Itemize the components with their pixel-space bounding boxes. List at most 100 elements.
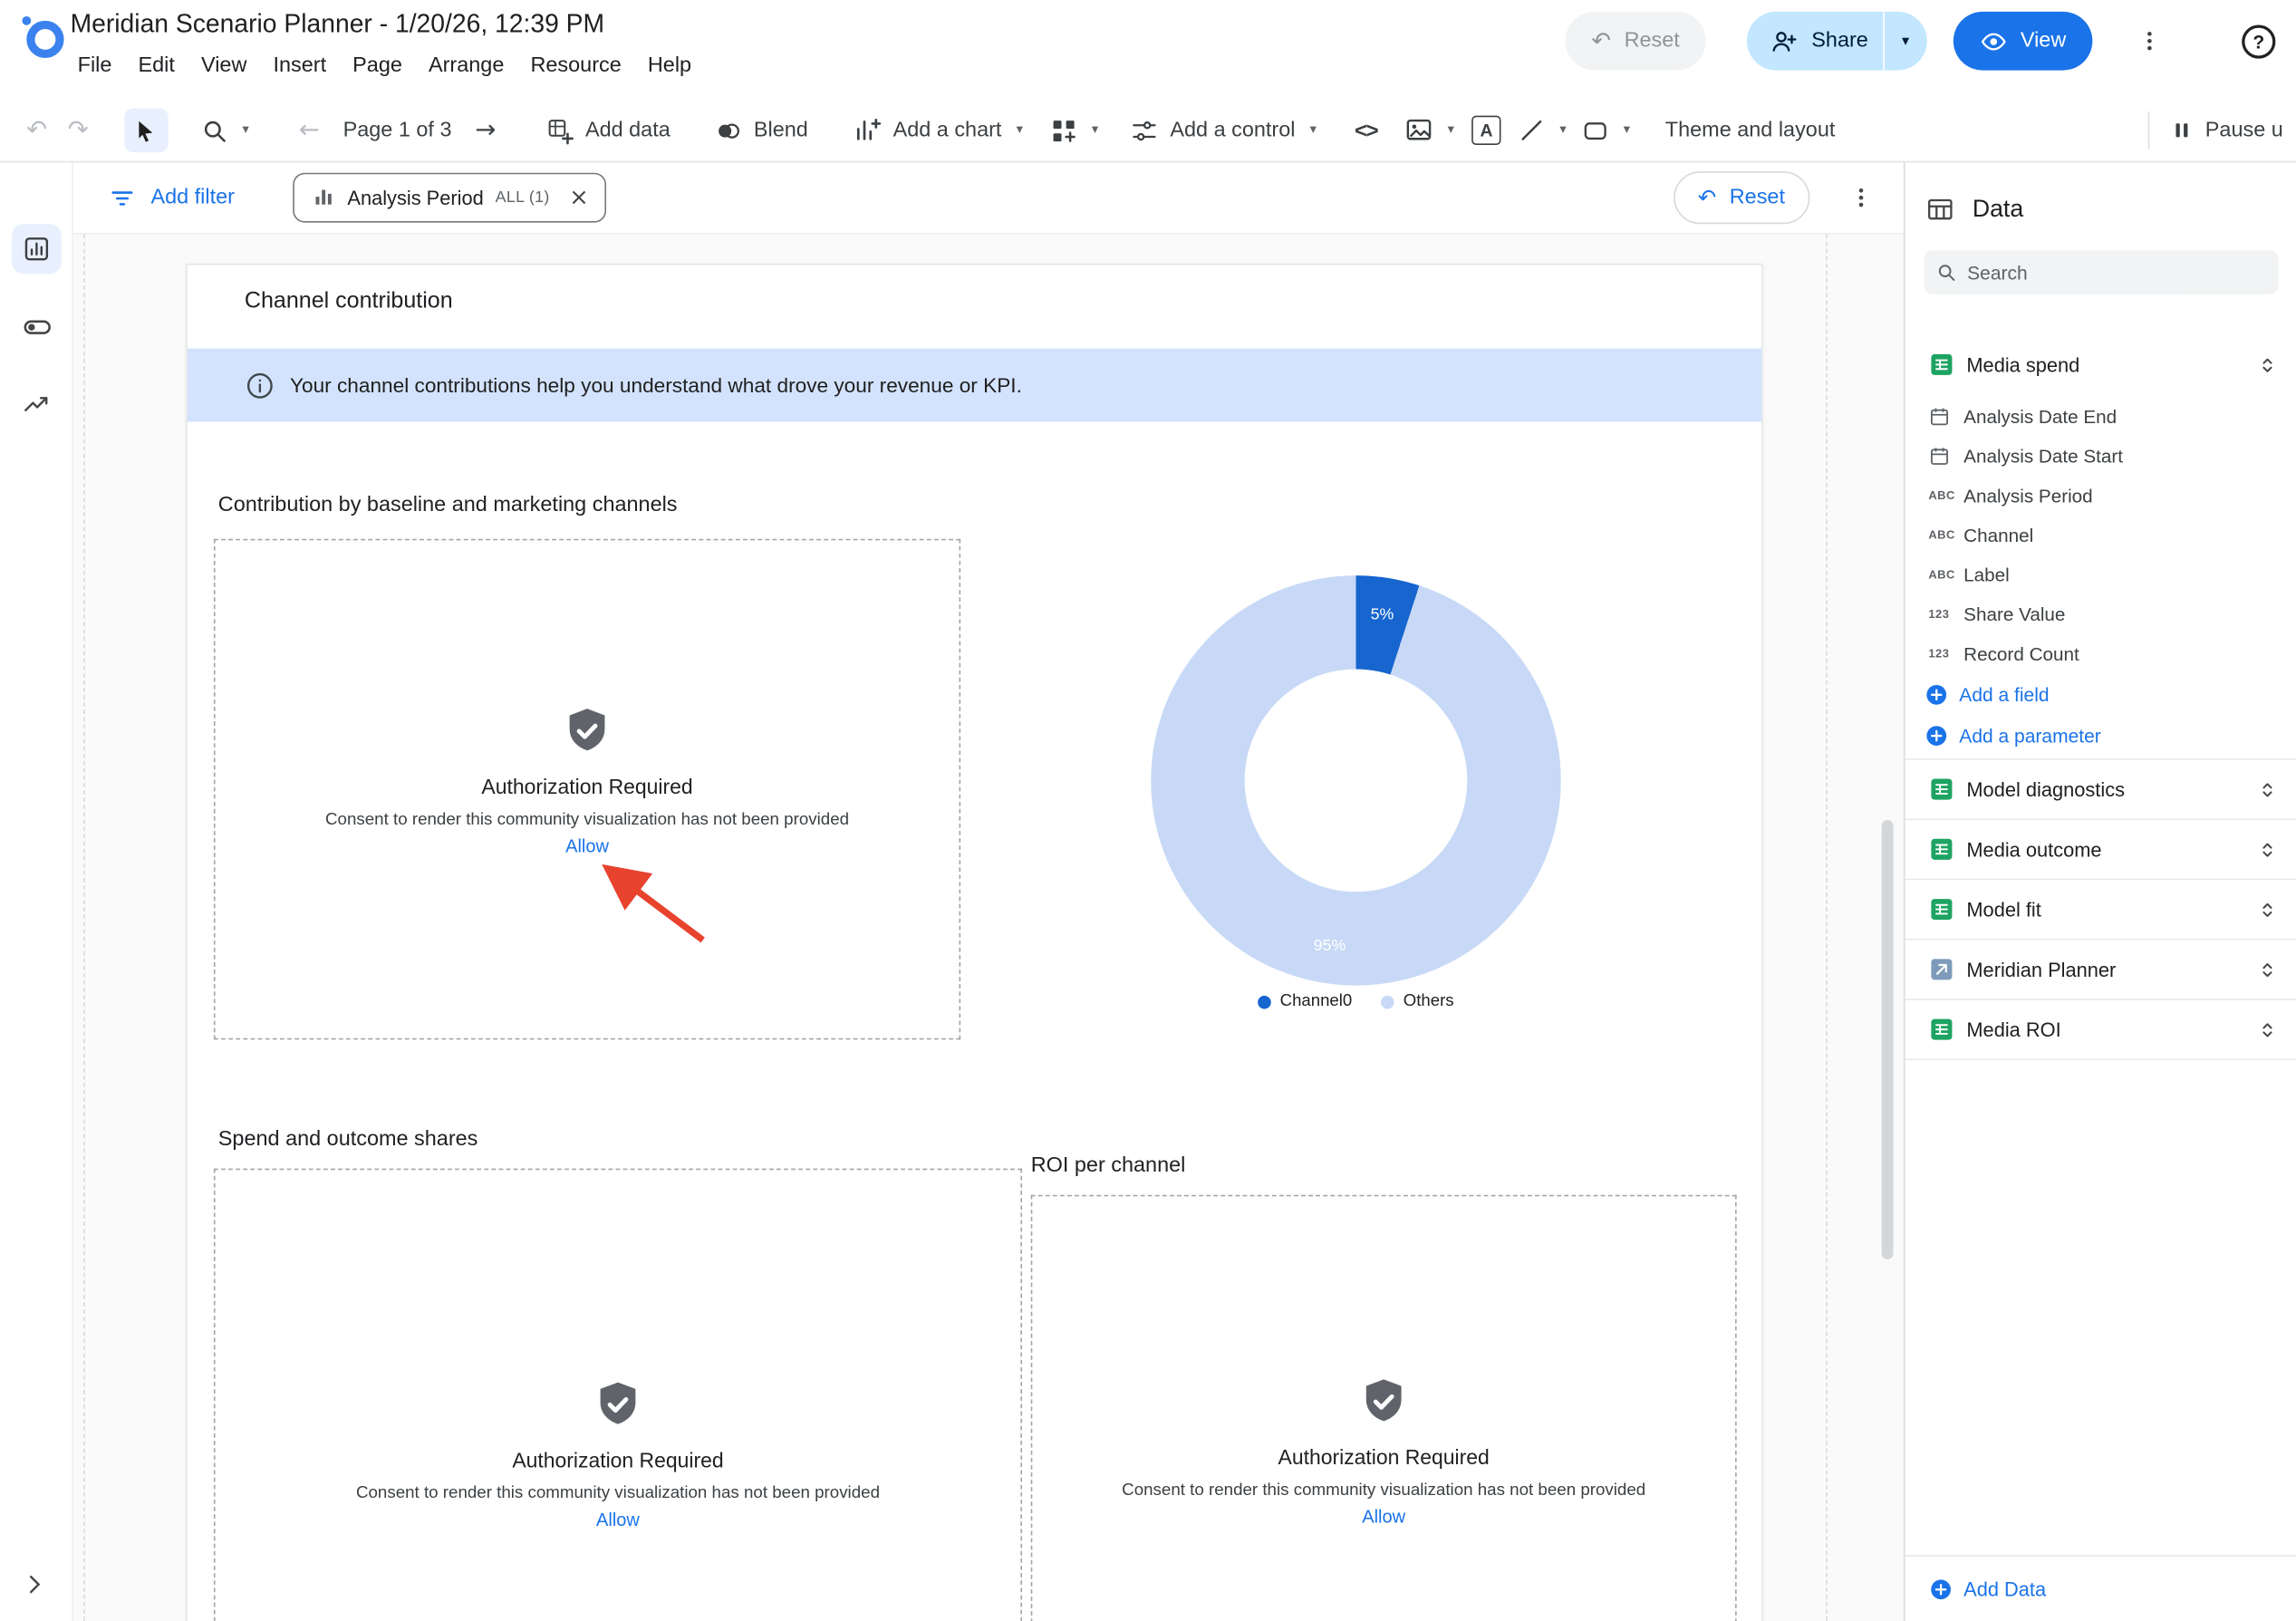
expand-rail-button[interactable] <box>21 1571 47 1597</box>
menu-resource[interactable]: Resource <box>517 50 634 82</box>
add-data-button[interactable]: Add data <box>545 116 670 144</box>
more-options-button[interactable] <box>2122 14 2177 69</box>
share-dropdown-button[interactable]: ▾ <box>1883 12 1926 71</box>
add-parameter-label: Add a parameter <box>1959 724 2101 746</box>
search-box[interactable] <box>1925 250 2279 294</box>
allow-link[interactable]: Allow <box>1362 1507 1405 1528</box>
expand-source-icon[interactable] <box>2256 898 2278 920</box>
report-page[interactable]: Channel contribution Your channel contri… <box>186 264 1763 1621</box>
menu-view[interactable]: View <box>188 50 259 82</box>
undo-button[interactable]: ↶ <box>26 118 47 142</box>
add-filter-button[interactable]: Add filter <box>109 184 235 212</box>
legend-item[interactable]: Others <box>1382 993 1454 1010</box>
add-chart-button[interactable]: Add a chart ▾ <box>852 116 1023 145</box>
canvas-scrollbar[interactable] <box>1882 820 1894 1259</box>
field-analysis-date-start[interactable]: Analysis Date Start <box>1905 437 2296 477</box>
left-rail <box>0 162 73 1621</box>
filter-chip-analysis-period[interactable]: Analysis Period ALL (1) × <box>294 173 607 223</box>
text-tool-button[interactable]: A <box>1471 116 1500 145</box>
field-analysis-date-end[interactable]: Analysis Date End <box>1905 397 2296 437</box>
field-analysis-period[interactable]: ABC Analysis Period <box>1905 476 2296 516</box>
zoom-tool-button[interactable]: ▾ <box>200 116 249 144</box>
collapse-source-icon[interactable] <box>2256 353 2278 375</box>
field-channel[interactable]: ABC Channel <box>1905 516 2296 555</box>
field-label-field[interactable]: ABC Label <box>1905 555 2296 594</box>
menu-insert[interactable]: Insert <box>260 50 340 82</box>
menu-edit[interactable]: Edit <box>125 50 188 82</box>
cursor-icon <box>133 118 158 142</box>
share-button[interactable]: Share ▾ <box>1747 12 1926 71</box>
source-label: Meridian Planner <box>1966 959 2256 980</box>
donut-chart[interactable]: 5%95% <box>1151 575 1560 985</box>
page-indicator-label: Page 1 of 3 <box>343 119 452 142</box>
prev-page-button[interactable]: ← <box>299 118 320 142</box>
blend-button[interactable]: Blend <box>714 116 808 144</box>
menu-help[interactable]: Help <box>634 50 704 82</box>
histogram-icon <box>313 186 336 209</box>
auth-title: Authorization Required <box>481 777 692 800</box>
share-main[interactable]: Share <box>1747 12 1883 71</box>
menu-arrange[interactable]: Arrange <box>415 50 516 82</box>
looker-studio-logo[interactable] <box>17 12 70 64</box>
chart-title-roi: ROI per channel <box>1031 1153 1186 1177</box>
viz-contribution-placeholder[interactable]: Authorization Required Consent to render… <box>214 539 960 1040</box>
embed-code-button[interactable]: <> <box>1355 118 1377 142</box>
source-label: Media ROI <box>1966 1018 2256 1040</box>
allow-link[interactable]: Allow <box>565 836 609 857</box>
legend-item[interactable]: Channel0 <box>1258 993 1352 1010</box>
menu-file[interactable]: File <box>64 50 125 82</box>
source-media-outcome[interactable]: Media outcome <box>1905 818 2296 878</box>
add-parameter-button[interactable]: Add a parameter <box>1905 715 2296 756</box>
expand-source-icon[interactable] <box>2256 778 2278 800</box>
next-page-button[interactable]: → <box>475 118 496 142</box>
header-actions: ↶ Reset Share ▾ <box>1565 9 2282 73</box>
theme-layout-button[interactable]: Theme and layout <box>1665 119 1836 142</box>
field-share-value[interactable]: 123 Share Value <box>1905 594 2296 634</box>
filter-reset-label: Reset <box>1730 186 1785 209</box>
allow-link[interactable]: Allow <box>596 1510 640 1530</box>
primary-data-source-row[interactable]: Media spend <box>1905 344 2296 385</box>
field-label: Channel <box>1963 525 2033 546</box>
image-tool-button[interactable]: ▾ <box>1404 116 1454 145</box>
source-media-roi[interactable]: Media ROI <box>1905 999 2296 1058</box>
shield-icon <box>1357 1375 1410 1427</box>
page-indicator[interactable]: Page 1 of 3 <box>343 119 452 142</box>
line-tool-button[interactable]: ▾ <box>1519 117 1567 143</box>
expand-source-icon[interactable] <box>2256 838 2278 860</box>
view-label: View <box>2021 29 2066 53</box>
expand-source-icon[interactable] <box>2256 1018 2278 1040</box>
help-icon[interactable]: ? <box>2242 24 2275 58</box>
view-button[interactable]: View <box>1954 12 2093 71</box>
viz-spend-shares-placeholder[interactable]: Authorization Required Consent to render… <box>214 1169 1022 1621</box>
rail-controls-button[interactable] <box>12 302 62 352</box>
filter-reset-button[interactable]: ↶ Reset <box>1673 171 1809 224</box>
redo-button[interactable]: ↷ <box>68 118 89 142</box>
field-label: Analysis Date Start <box>1963 445 2123 467</box>
donut-chart-container[interactable]: 5%95% <box>1151 575 1560 985</box>
source-model-fit[interactable]: Model fit <box>1905 879 2296 939</box>
expand-source-icon[interactable] <box>2256 959 2278 980</box>
filter-more-options-button[interactable] <box>1847 185 1874 211</box>
search-input[interactable] <box>1967 261 2267 283</box>
sheets-source-icon <box>1928 352 1954 378</box>
reset-button[interactable]: ↶ Reset <box>1565 12 1706 71</box>
source-meridian-planner[interactable]: Meridian Planner <box>1905 939 2296 999</box>
shape-tool-button[interactable]: ▾ <box>1581 116 1630 144</box>
add-field-button[interactable]: Add a field <box>1905 673 2296 714</box>
blend-label: Blend <box>754 119 808 142</box>
select-tool-button[interactable] <box>124 109 168 152</box>
rail-trends-button[interactable] <box>12 380 62 429</box>
source-model-diagnostics[interactable]: Model diagnostics <box>1905 758 2296 818</box>
page-section-title: Channel contribution <box>245 288 453 314</box>
pause-updates-button[interactable]: Pause u <box>2170 119 2296 142</box>
viz-roi-placeholder[interactable]: Authorization Required Consent to render… <box>1031 1195 1737 1621</box>
community-visualizations-button[interactable]: ▾ <box>1049 116 1098 144</box>
rail-report-button[interactable] <box>12 224 62 274</box>
add-data-bottom-button[interactable]: Add Data <box>1905 1555 2296 1621</box>
field-record-count[interactable]: 123 Record Count <box>1905 634 2296 674</box>
menu-page[interactable]: Page <box>340 50 416 82</box>
document-title[interactable]: Meridian Scenario Planner - 1/20/26, 12:… <box>71 9 605 40</box>
caret-down-icon: ▾ <box>1902 33 1909 49</box>
add-control-button[interactable]: Add a control ▾ <box>1131 116 1317 144</box>
remove-filter-button[interactable]: × <box>562 180 597 216</box>
